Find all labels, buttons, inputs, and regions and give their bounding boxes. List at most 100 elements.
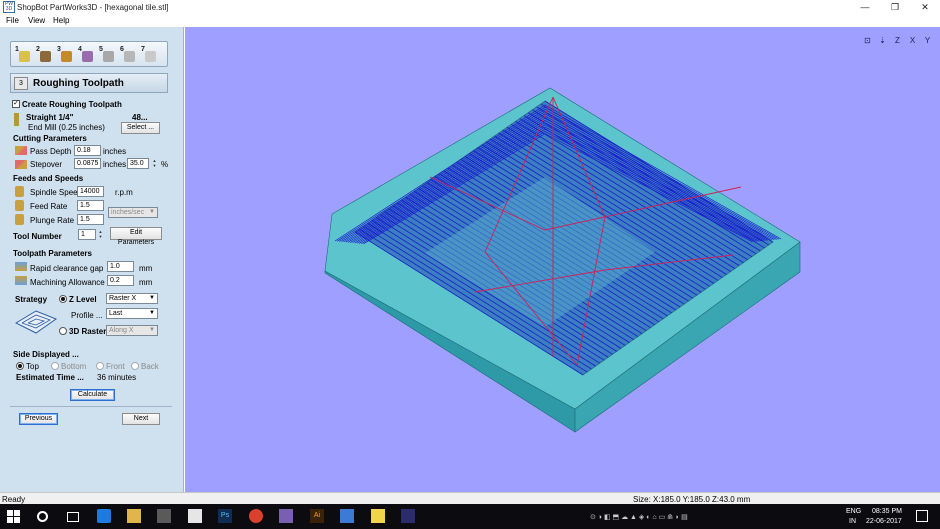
edge-icon[interactable] xyxy=(97,509,111,523)
tool-description: End Mill (0.25 inches) xyxy=(28,123,105,132)
step-3-icon[interactable]: 3 xyxy=(57,46,74,63)
feed-rate-input[interactable]: 1.5 xyxy=(77,200,104,211)
rapid-clearance-input[interactable]: 1.0 xyxy=(107,261,134,272)
sticky-notes-icon[interactable] xyxy=(371,509,385,523)
language-indicator[interactable]: ENG xyxy=(846,508,861,515)
status-text: Ready xyxy=(2,495,26,504)
toolpath-params-heading: Toolpath Parameters xyxy=(13,249,92,258)
stepover-percent-input[interactable]: 35.0 xyxy=(127,158,149,169)
tool-number-label: Tool Number xyxy=(13,232,62,241)
title-bar: PW 3D ShopBot PartWorks3D - [hexagonal t… xyxy=(0,0,940,15)
feeds-speeds-heading: Feeds and Speeds xyxy=(13,174,84,183)
file-explorer-icon[interactable] xyxy=(127,509,141,523)
tool-number-spinner[interactable]: ▲ ▼ xyxy=(97,229,104,240)
side-displayed-heading: Side Displayed ... xyxy=(13,350,79,359)
partworks-taskbar-icon[interactable] xyxy=(401,509,415,523)
chevron-down-icon: ▼ xyxy=(149,310,155,316)
raster-3d-radio[interactable] xyxy=(59,327,67,335)
stepover-icon xyxy=(15,160,27,169)
rate-unit-select: inches/sec ▼ xyxy=(108,207,158,218)
menu-bar: File View Help xyxy=(0,15,940,27)
estimated-time-value: 36 minutes xyxy=(97,373,137,382)
percent-sign: % xyxy=(161,160,169,169)
estimated-time-label: Estimated Time ... xyxy=(16,373,84,382)
create-roughing-label: Create Roughing Toolpath xyxy=(22,100,122,109)
minimize-button[interactable]: — xyxy=(850,0,880,15)
app-icon-a[interactable] xyxy=(279,509,293,523)
step-4-icon[interactable]: 4 xyxy=(78,46,95,63)
step-7-icon[interactable]: 7 xyxy=(141,46,158,63)
strategy-heading: Strategy xyxy=(15,295,48,304)
cutting-params-heading: Cutting Parameters xyxy=(13,134,87,143)
profile-select[interactable]: Last ▼ xyxy=(106,308,158,319)
raster-direction-select: Along X ▼ xyxy=(106,325,158,336)
side-top-label: Top xyxy=(26,362,39,371)
spindle-speed-unit: r.p.m xyxy=(115,188,133,197)
app-icon: PW 3D xyxy=(3,1,15,13)
tool-number-input[interactable]: 1 xyxy=(78,229,96,240)
rapid-clearance-icon xyxy=(15,262,27,271)
step-2-icon[interactable]: 2 xyxy=(36,46,53,63)
stepover-spinner[interactable]: ▲ ▼ xyxy=(151,158,158,169)
clock-date[interactable]: 22-06-2017 xyxy=(866,518,902,525)
clock-time[interactable]: 08:35 PM xyxy=(872,508,902,515)
create-roughing-checkbox[interactable]: ✓ xyxy=(12,100,20,108)
edit-parameters-button[interactable]: Edit Parameters xyxy=(110,227,162,246)
select-tool-button[interactable]: Select ... xyxy=(121,122,160,134)
windows-start-icon[interactable] xyxy=(7,510,20,523)
zlevel-label: Z Level xyxy=(69,295,97,304)
page-title: Roughing Toolpath xyxy=(33,78,124,89)
step-1-icon[interactable]: 1 xyxy=(15,46,32,63)
spindle-speed-label: Spindle Speed xyxy=(30,188,83,197)
raster-3d-label: 3D Raster xyxy=(69,327,107,336)
illustrator-icon[interactable]: Ai xyxy=(310,509,324,523)
spindle-speed-input[interactable]: 14000 xyxy=(77,186,104,197)
side-top-radio[interactable] xyxy=(16,362,24,370)
rapid-clearance-label: Rapid clearance gap xyxy=(30,264,104,273)
zlevel-radio[interactable] xyxy=(59,295,67,303)
status-bar: Ready Size: X:185.0 Y:185.0 Z:43.0 mm xyxy=(0,492,940,504)
spindle-icon xyxy=(15,186,24,197)
step-5-icon[interactable]: 5 xyxy=(99,46,116,63)
maximize-button[interactable]: ❐ xyxy=(880,0,910,15)
store-icon[interactable] xyxy=(157,509,171,523)
next-button[interactable]: Next xyxy=(122,413,160,425)
step-6-icon[interactable]: 6 xyxy=(120,46,137,63)
chrome-icon[interactable] xyxy=(249,509,263,523)
task-view-icon[interactable] xyxy=(67,512,79,522)
divider xyxy=(10,406,172,407)
side-back-radio[interactable] xyxy=(131,362,139,370)
machining-allowance-icon xyxy=(15,276,27,285)
model-size: Size: X:185.0 Y:185.0 Z:43.0 mm xyxy=(633,495,751,504)
app-icon-b[interactable] xyxy=(340,509,354,523)
tool-name: Straight 1/4" xyxy=(26,113,74,122)
stepover-input[interactable]: 0.0875 xyxy=(74,158,101,169)
taskbar: Ps Ai ⊙ ◑ ◧ ⬒ ☁ ▲ ◈ ◐ ⌂ ▭ ⋒ ◗ ▤ ENG IN 0… xyxy=(0,504,940,529)
chevron-down-icon: ▼ xyxy=(149,327,155,333)
notifications-icon[interactable] xyxy=(916,510,928,522)
plunge-rate-icon xyxy=(15,214,24,225)
roughing-icon: 3 xyxy=(14,77,28,90)
window-title: ShopBot PartWorks3D - [hexagonal tile.st… xyxy=(17,3,169,12)
photoshop-icon[interactable]: Ps xyxy=(218,509,232,523)
side-front-radio[interactable] xyxy=(96,362,104,370)
pass-depth-input[interactable]: 0.18 xyxy=(74,145,101,156)
calendar-icon[interactable] xyxy=(188,509,202,523)
page-header: 3 Roughing Toolpath xyxy=(10,73,168,93)
zlevel-pattern-select[interactable]: Raster X ▼ xyxy=(106,293,158,304)
menu-help[interactable]: Help xyxy=(53,16,69,25)
calculate-button[interactable]: Calculate xyxy=(70,389,115,401)
menu-view[interactable]: View xyxy=(28,16,45,25)
3d-viewport[interactable]: ⊡ ⇣ Z X Y xyxy=(185,27,940,492)
side-front-label: Front xyxy=(106,362,125,371)
previous-button[interactable]: Previous xyxy=(19,413,58,425)
machining-allowance-input[interactable]: 0.2 xyxy=(107,275,134,286)
region-indicator[interactable]: IN xyxy=(849,518,856,525)
plunge-rate-input[interactable]: 1.5 xyxy=(77,214,104,225)
close-button[interactable]: ✕ xyxy=(910,0,940,15)
toolpath-preview xyxy=(324,87,801,433)
chevron-down-icon: ▼ xyxy=(149,209,155,215)
menu-file[interactable]: File xyxy=(6,16,19,25)
search-icon[interactable] xyxy=(37,511,48,522)
side-bottom-radio[interactable] xyxy=(51,362,59,370)
